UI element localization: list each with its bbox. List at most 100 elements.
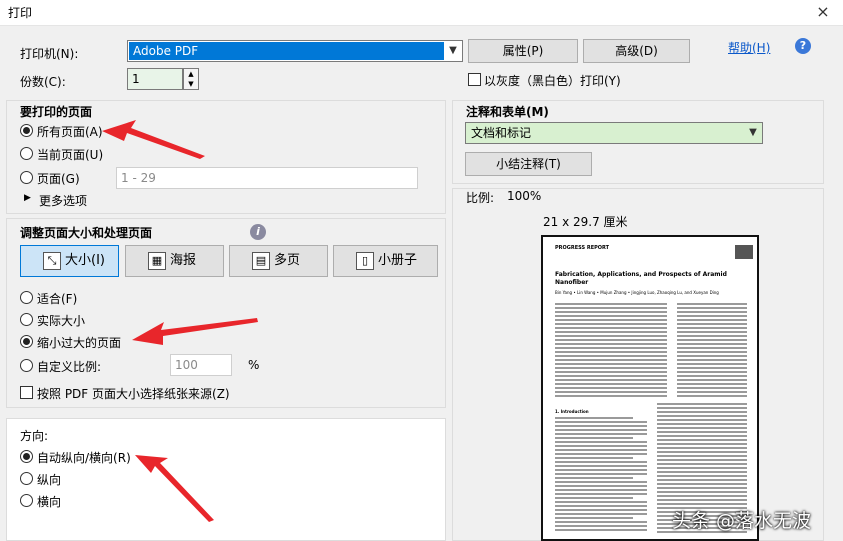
preview-text-line: [555, 481, 647, 483]
preview-text-line: [555, 323, 667, 325]
preview-text-line: [677, 319, 747, 321]
tab-size[interactable]: ⤡ 大小(I): [20, 245, 119, 277]
summarize-comments-button[interactable]: 小结注释(T): [465, 152, 592, 176]
preview-text-line: [657, 479, 747, 481]
grayscale-checkbox[interactable]: [468, 73, 481, 86]
page-range-input[interactable]: 1 - 29: [116, 167, 418, 189]
window-title: 打印: [8, 6, 33, 20]
printer-label: 打印机(N):: [20, 47, 79, 61]
preview-text-line: [677, 307, 747, 309]
stepper-up-icon[interactable]: ▲: [184, 69, 198, 79]
preview-text-line: [677, 303, 747, 305]
info-icon[interactable]: i: [250, 224, 266, 240]
close-icon[interactable]: ×: [813, 2, 833, 21]
preview-text-line: [657, 455, 747, 457]
print-dialog: 打印机(N): Adobe PDF ▼ 属性(P) 高级(D) 帮助(H) ? …: [0, 26, 843, 541]
preview-text-line: [555, 517, 633, 519]
preview-text-line: [555, 417, 633, 419]
scale-label: 比例:: [466, 191, 495, 205]
preview-text-line: [555, 375, 667, 377]
watermark: 头条 @落水无波: [672, 510, 812, 532]
preview-text-line: [555, 525, 647, 527]
preview-text-line: [555, 351, 667, 353]
radio-pages[interactable]: [20, 171, 33, 184]
preview-text-line: [555, 437, 633, 439]
paper-source-label: 按照 PDF 页面大小选择纸张来源(Z): [37, 387, 230, 401]
properties-button[interactable]: 属性(P): [468, 39, 578, 63]
preview-text-line: [555, 445, 647, 447]
preview-text-line: [555, 489, 647, 491]
preview-text-line: [657, 407, 747, 409]
radio-all-pages[interactable]: [20, 124, 33, 137]
auto-orientation-label: 自动纵向/横向(R): [37, 451, 131, 465]
paper-source-checkbox[interactable]: [20, 386, 33, 399]
preview-text-line: [555, 363, 667, 365]
radio-current-page[interactable]: [20, 147, 33, 160]
preview-text-line: [677, 379, 747, 381]
preview-text-line: [555, 355, 667, 357]
radio-fit[interactable]: [20, 291, 33, 304]
preview-text-line: [555, 509, 647, 511]
pages-label: 页面(G): [37, 172, 80, 186]
question-circle-icon[interactable]: ?: [795, 38, 811, 54]
custom-scale-input[interactable]: 100: [170, 354, 232, 376]
preview-text-line: [555, 485, 647, 487]
help-link[interactable]: 帮助(H): [728, 39, 770, 56]
preview-text-line: [657, 443, 747, 445]
preview-text-line: [657, 495, 747, 497]
preview-text-line: [677, 383, 747, 385]
current-page-label: 当前页面(U): [37, 148, 104, 162]
preview-text-line: [657, 491, 747, 493]
preview-page: PROGRESS REPORT Fabrication, Application…: [541, 235, 759, 541]
copies-input[interactable]: 1: [127, 68, 183, 90]
doc-section-heading: 1. Introduction: [555, 409, 589, 414]
preview-text-line: [677, 395, 747, 397]
grayscale-label: 以灰度（黑白色）打印(Y): [484, 74, 621, 88]
preview-text-line: [555, 303, 667, 305]
preview-text-line: [555, 343, 667, 345]
preview-text-line: [555, 521, 647, 523]
preview-text-line: [677, 327, 747, 329]
preview-text-line: [555, 395, 667, 397]
radio-actual-size[interactable]: [20, 313, 33, 326]
radio-portrait[interactable]: [20, 472, 33, 485]
radio-landscape[interactable]: [20, 494, 33, 507]
advanced-button[interactable]: 高级(D): [583, 39, 690, 63]
booklet-icon: ▯: [356, 252, 374, 270]
preview-text-line: [677, 375, 747, 377]
preview-text-line: [677, 355, 747, 357]
preview-text-line: [657, 439, 747, 441]
copies-stepper[interactable]: ▲ ▼: [183, 68, 199, 90]
tab-poster[interactable]: ▦ 海报: [125, 245, 224, 277]
comments-forms-select[interactable]: 文档和标记 ▼: [465, 122, 763, 144]
preview-text-line: [555, 469, 647, 471]
preview-text-line: [555, 347, 667, 349]
preview-text-line: [555, 457, 633, 459]
preview-text-line: [657, 499, 747, 501]
stepper-down-icon[interactable]: ▼: [184, 79, 198, 89]
preview-text-line: [555, 327, 667, 329]
tab-booklet[interactable]: ▯ 小册子: [333, 245, 438, 277]
preview-text-line: [555, 379, 667, 381]
preview-text-line: [555, 449, 647, 451]
radio-custom-scale[interactable]: [20, 359, 33, 372]
preview-text-line: [657, 487, 747, 489]
fit-label: 适合(F): [37, 292, 78, 306]
preview-text-line: [555, 505, 647, 507]
preview-text-line: [657, 431, 747, 433]
printer-select[interactable]: Adobe PDF ▼: [127, 40, 463, 62]
portrait-label: 纵向: [37, 473, 62, 487]
radio-auto-orientation[interactable]: [20, 450, 33, 463]
tab-multiple[interactable]: ▤ 多页: [229, 245, 328, 277]
preview-text-line: [555, 331, 667, 333]
preview-text-line: [555, 387, 667, 389]
preview-text-line: [657, 451, 747, 453]
preview-text-line: [555, 513, 647, 515]
preview-text-line: [657, 415, 747, 417]
preview-text-line: [555, 335, 667, 337]
multiple-pages-icon: ▤: [252, 252, 270, 270]
expand-triangle-icon[interactable]: ▶: [24, 193, 31, 203]
more-options-link[interactable]: 更多选项: [39, 192, 87, 209]
preview-text-line: [677, 311, 747, 313]
radio-shrink-oversized[interactable]: [20, 335, 33, 348]
